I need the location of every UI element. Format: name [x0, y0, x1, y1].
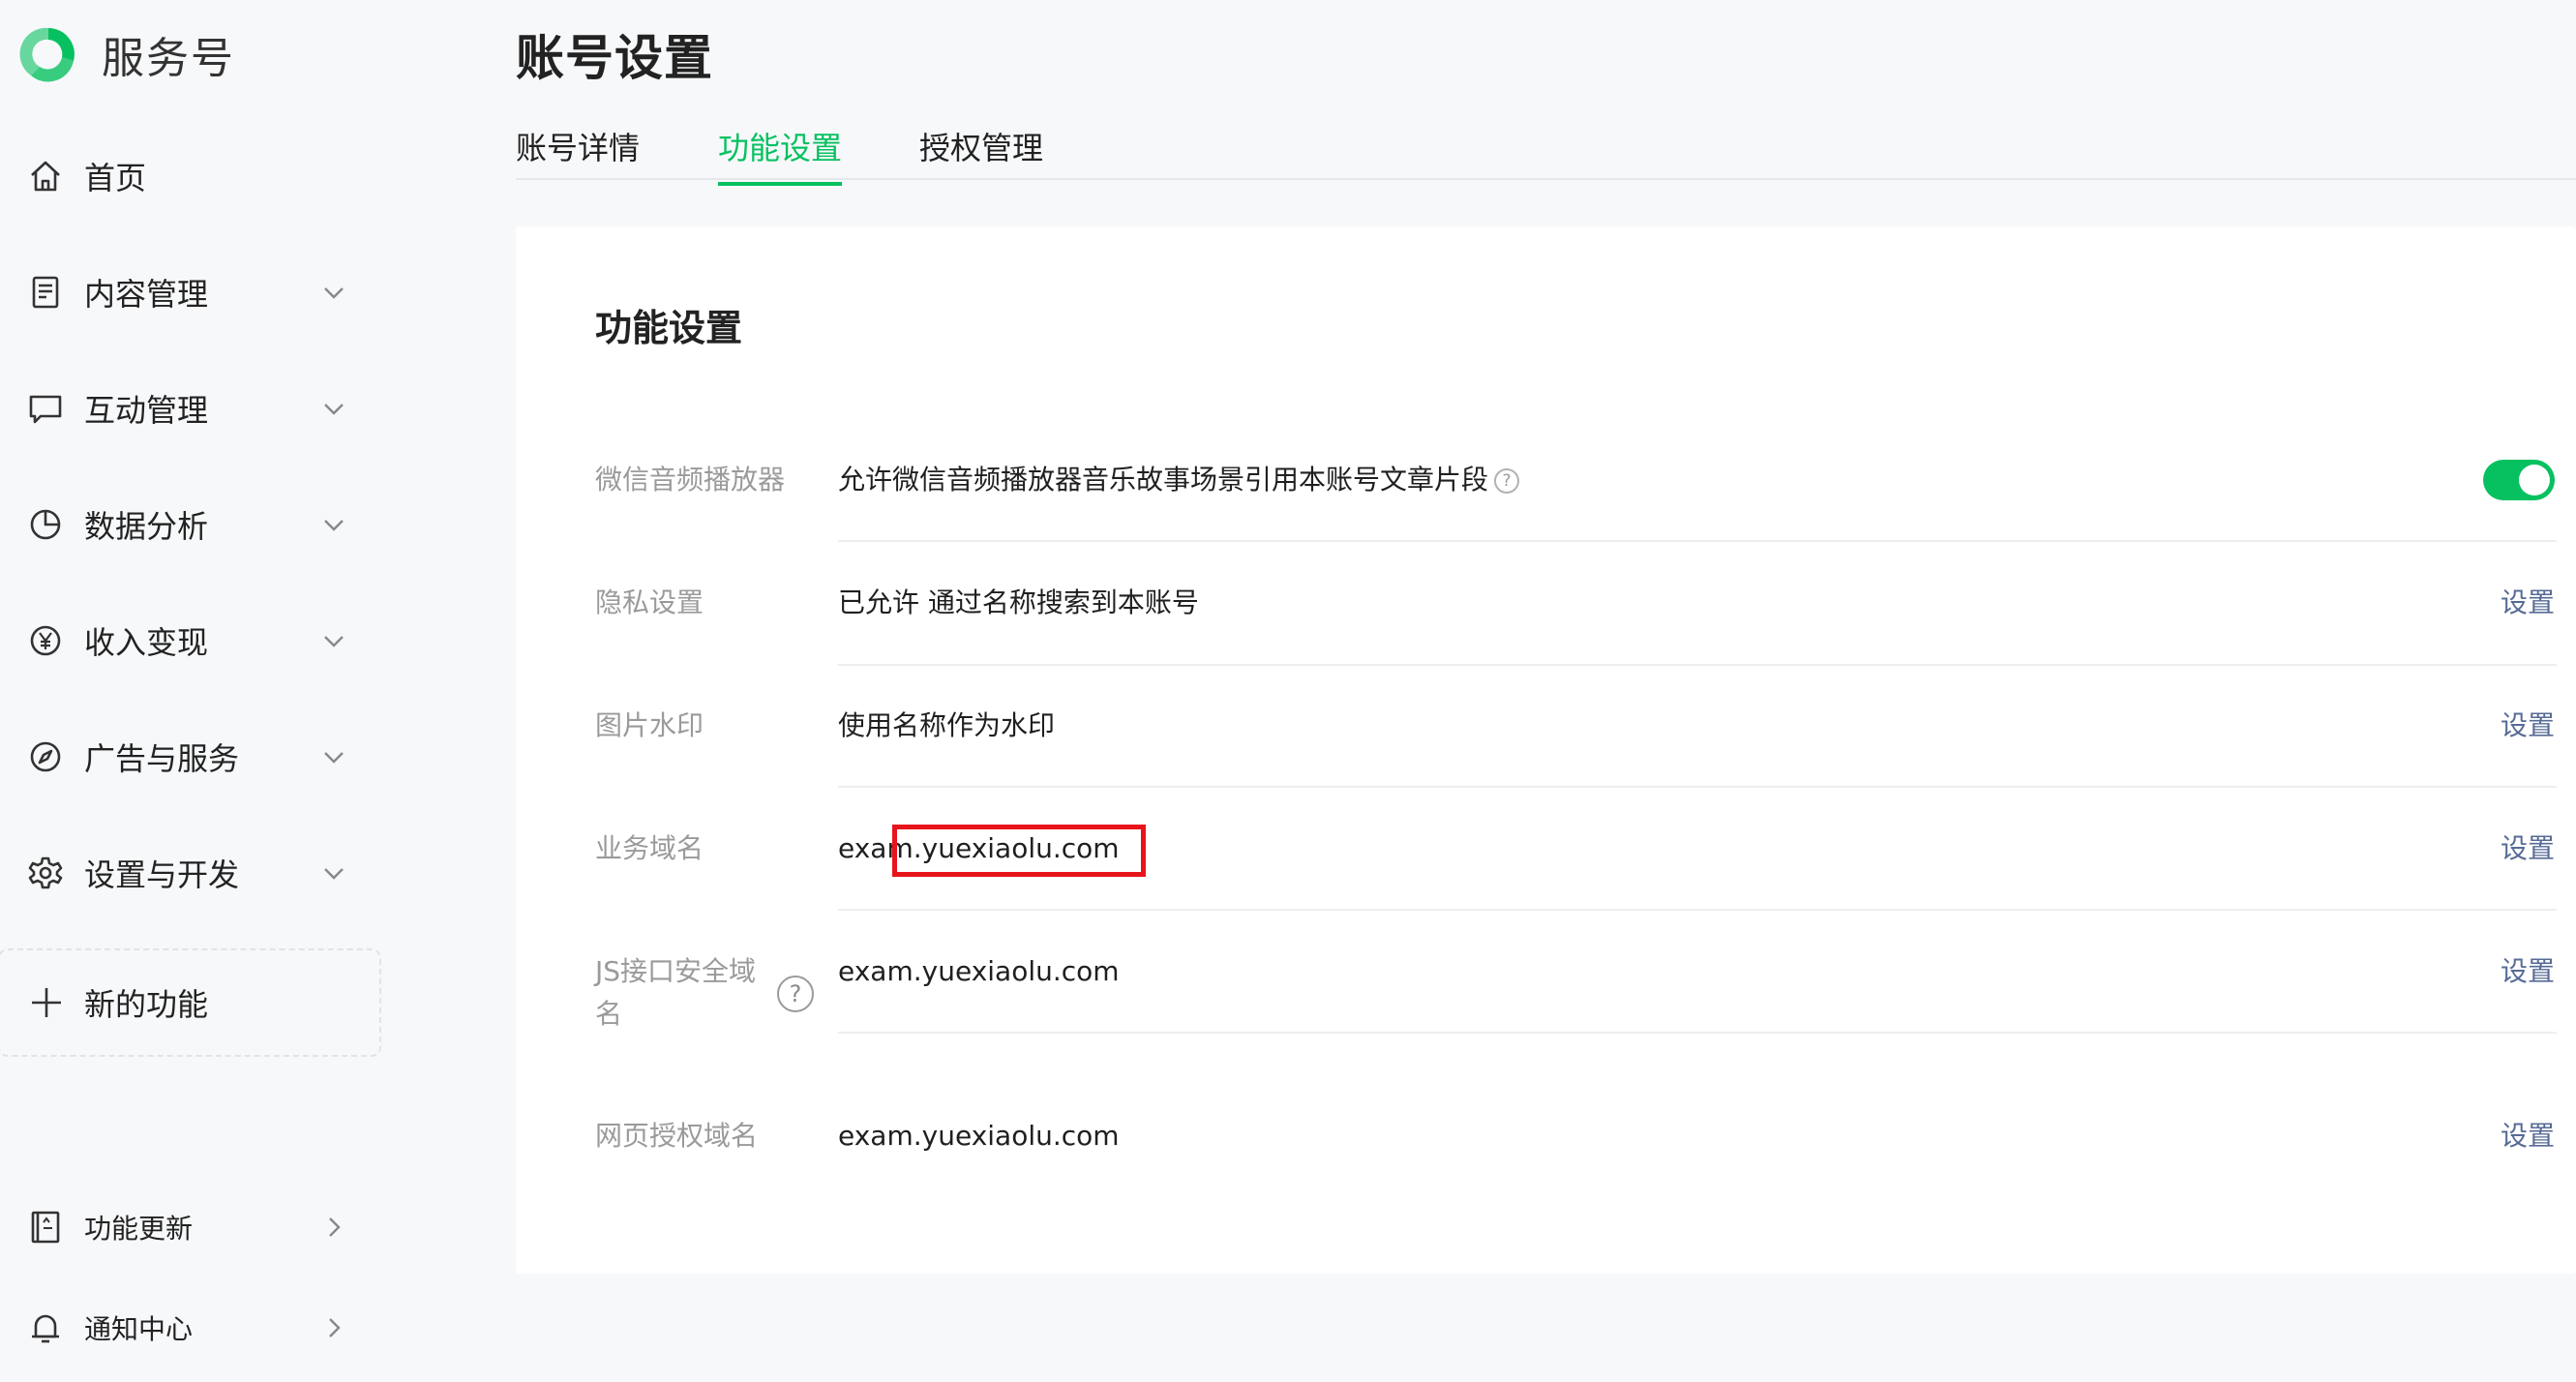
chevron-down-icon[interactable] — [319, 626, 348, 655]
document-icon — [27, 274, 64, 311]
sidebar-item-home[interactable]: 首页 — [0, 128, 377, 225]
sidebar-item-interaction[interactable]: 互动管理 — [0, 360, 377, 457]
tab-bar: 账号详情 功能设置 授权管理 — [516, 116, 2576, 186]
row-label: 图片水印 — [595, 709, 704, 741]
help-icon[interactable]: ? — [1494, 468, 1520, 494]
tab-account-details[interactable]: 账号详情 — [516, 124, 640, 182]
compass-icon — [27, 738, 64, 775]
brand-name: 服务号 — [102, 34, 235, 83]
sidebar: 服务号 首页 内容管理 互动管理 数据分析 收入变现 广告与服务 设置与开发 新… — [0, 0, 411, 1382]
sidebar-item-label: 收入变现 — [84, 624, 209, 661]
row-divider — [838, 540, 2557, 542]
audio-player-toggle[interactable] — [2483, 460, 2555, 500]
page-title: 账号设置 — [516, 30, 713, 86]
chat-bubble-icon — [27, 390, 64, 427]
brand[interactable]: 服务号 — [16, 19, 235, 89]
sidebar-item-updates[interactable]: 功能更新 — [0, 1188, 377, 1266]
sidebar-item-notifications[interactable]: 通知中心 — [0, 1289, 377, 1367]
row-divider — [838, 909, 2557, 911]
chevron-right-icon[interactable] — [319, 1213, 348, 1242]
row-label: JS接口安全域名 — [595, 955, 757, 1030]
oauth-domain-settings-link[interactable]: 设置 — [2501, 1115, 2555, 1157]
row-label: 业务域名 — [595, 832, 704, 864]
new-feature-button[interactable]: 新的功能 — [0, 948, 381, 1057]
chevron-down-icon[interactable] — [319, 278, 348, 307]
help-icon[interactable]: ? — [777, 976, 814, 1012]
business-domain-settings-link[interactable]: 设置 — [2501, 827, 2555, 870]
watermark-settings-link[interactable]: 设置 — [2501, 705, 2555, 747]
sidebar-item-ads[interactable]: 广告与服务 — [0, 708, 377, 805]
pie-chart-icon — [27, 506, 64, 543]
chevron-right-icon[interactable] — [319, 1313, 348, 1342]
sidebar-item-analytics[interactable]: 数据分析 — [0, 476, 377, 573]
sidebar-item-label: 广告与服务 — [84, 740, 240, 777]
sidebar-item-label: 功能更新 — [84, 1213, 194, 1245]
row-label: 网页授权域名 — [595, 1120, 759, 1152]
new-feature-label: 新的功能 — [84, 986, 209, 1023]
book-icon — [27, 1209, 64, 1246]
sidebar-item-label: 数据分析 — [84, 508, 209, 545]
sidebar-item-content[interactable]: 内容管理 — [0, 244, 377, 341]
bell-icon — [27, 1309, 64, 1346]
sidebar-item-label: 首页 — [84, 160, 147, 196]
row-value-text: 允许微信音频播放器音乐故事场景引用本账号文章片段 — [838, 464, 1489, 496]
wechat-service-logo-icon — [19, 27, 75, 82]
chevron-down-icon[interactable] — [319, 858, 348, 887]
privacy-settings-link[interactable]: 设置 — [2501, 582, 2555, 624]
row-label: 微信音频播放器 — [595, 464, 786, 496]
row-divider — [838, 786, 2557, 788]
sidebar-item-label: 互动管理 — [84, 392, 209, 429]
row-divider — [838, 664, 2557, 666]
chevron-down-icon[interactable] — [319, 742, 348, 771]
row-value: exam.yuexiaolu.com — [838, 955, 1120, 987]
chevron-down-icon[interactable] — [319, 394, 348, 423]
gear-icon — [27, 855, 64, 891]
sidebar-item-label: 设置与开发 — [84, 856, 240, 893]
app-root: 服务号 首页 内容管理 互动管理 数据分析 收入变现 广告与服务 设置与开发 新… — [0, 0, 2576, 1382]
row-value: 允许微信音频播放器音乐故事场景引用本账号文章片段? — [838, 459, 1520, 501]
tab-authorization-management[interactable]: 授权管理 — [919, 124, 1043, 182]
sidebar-item-settings[interactable]: 设置与开发 — [0, 825, 377, 921]
row-value: 已允许 通过名称搜索到本账号 — [838, 586, 1199, 618]
row-value: exam.yuexiaolu.com — [838, 832, 1120, 864]
feature-settings-card: 功能设置 微信音频播放器 允许微信音频播放器音乐故事场景引用本账号文章片段? 隐… — [516, 226, 2576, 1274]
js-domain-settings-link[interactable]: 设置 — [2501, 950, 2555, 993]
sidebar-item-label: 内容管理 — [84, 276, 209, 313]
row-divider — [838, 1032, 2557, 1034]
sidebar-item-label: 通知中心 — [84, 1313, 194, 1345]
card-title: 功能设置 — [595, 307, 743, 349]
tab-feature-settings[interactable]: 功能设置 — [718, 124, 843, 186]
home-icon — [27, 158, 64, 195]
chevron-down-icon[interactable] — [319, 510, 348, 539]
row-label: 隐私设置 — [595, 586, 704, 618]
sidebar-item-income[interactable]: 收入变现 — [0, 592, 377, 689]
plus-icon — [29, 985, 64, 1020]
row-value: 使用名称作为水印 — [838, 709, 1056, 741]
yen-icon — [27, 622, 64, 659]
row-value: exam.yuexiaolu.com — [838, 1120, 1120, 1152]
